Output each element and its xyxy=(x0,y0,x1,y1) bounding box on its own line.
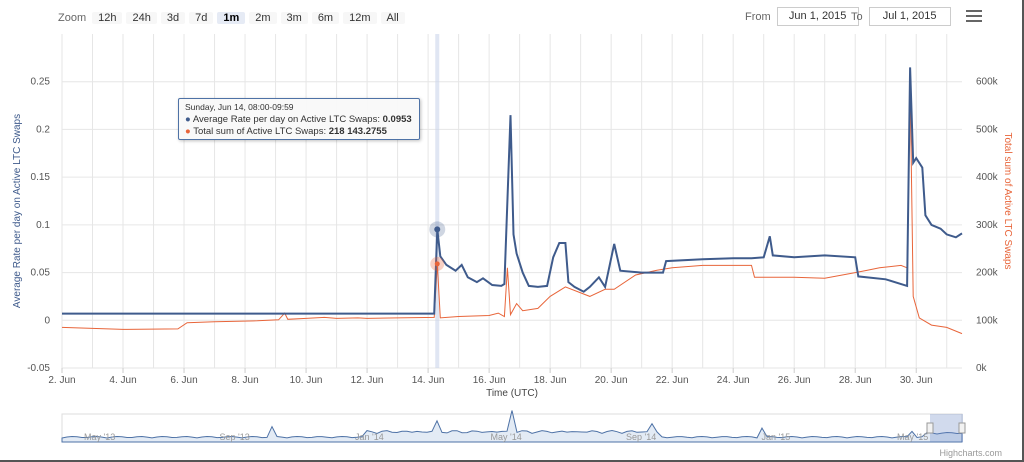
navigator-tick-label: Sep '14 xyxy=(626,432,656,442)
y-left-tick-label: 0.1 xyxy=(36,220,50,231)
tooltip-sum-label: Total sum of Active LTC Swaps: xyxy=(193,126,329,137)
x-tick-label: 18. Jun xyxy=(534,375,567,386)
y-right-axis-title: Total sum of Active LTC Swaps xyxy=(1002,132,1013,269)
y-left-tick-label: 0.15 xyxy=(31,172,51,183)
navigator-tick-label: Sep '13 xyxy=(220,432,250,442)
x-axis-title: Time (UTC) xyxy=(486,388,538,399)
tooltip-sum-value: 218 143.2755 xyxy=(328,126,387,137)
y-right-tick-label: 200k xyxy=(976,268,999,279)
navigator-tick-label: Jan '14 xyxy=(355,432,384,442)
y-left-tick-label: 0.25 xyxy=(31,77,51,88)
navigator-tick-label: May '15 xyxy=(897,432,928,442)
x-tick-label: 30. Jun xyxy=(900,375,933,386)
y-left-axis-title: Average Rate per day on Active LTC Swaps xyxy=(12,114,23,308)
chart-tooltip: Sunday, Jun 14, 08:00-09:59 ● Average Ra… xyxy=(178,98,420,140)
navigator-handle-right[interactable] xyxy=(958,422,966,434)
x-tick-label: 20. Jun xyxy=(595,375,628,386)
credit-link[interactable]: Highcharts.com xyxy=(939,448,1002,458)
tooltip-rate-label: Average Rate per day on Active LTC Swaps… xyxy=(192,114,383,125)
x-tick-label: 10. Jun xyxy=(290,375,323,386)
x-tick-label: 2. Jun xyxy=(48,375,75,386)
y-left-tick-label: 0.05 xyxy=(31,268,51,279)
x-tick-label: 22. Jun xyxy=(656,375,689,386)
y-right-tick-label: 300k xyxy=(976,220,999,231)
x-tick-label: 16. Jun xyxy=(473,375,506,386)
y-right-tick-label: 100k xyxy=(976,315,999,326)
navigator-tick-label: May '14 xyxy=(491,432,522,442)
x-tick-label: 4. Jun xyxy=(109,375,136,386)
tooltip-row-sum: ● Total sum of Active LTC Swaps: 218 143… xyxy=(185,126,387,137)
navigator-tick-label: Jan '15 xyxy=(762,432,791,442)
x-tick-label: 6. Jun xyxy=(170,375,197,386)
x-tick-label: 12. Jun xyxy=(351,375,384,386)
x-tick-label: 14. Jun xyxy=(412,375,445,386)
y-left-tick-label: 0 xyxy=(44,315,50,326)
y-right-tick-label: 600k xyxy=(976,77,999,88)
y-right-tick-label: 500k xyxy=(976,124,999,135)
y-left-tick-label: -0.05 xyxy=(27,363,50,374)
hover-point-rate xyxy=(434,226,441,233)
x-tick-label: 26. Jun xyxy=(778,375,811,386)
y-right-tick-label: 0k xyxy=(976,363,988,374)
tooltip-rate-value: 0.0953 xyxy=(382,114,412,125)
y-right-tick-label: 400k xyxy=(976,172,999,183)
tooltip-header: Sunday, Jun 14, 08:00-09:59 xyxy=(185,102,294,112)
y-left-tick-label: 0.2 xyxy=(36,124,50,135)
x-tick-label: 8. Jun xyxy=(231,375,258,386)
crosshair-band xyxy=(435,34,440,368)
navigator-tick-label: May '13 xyxy=(84,432,115,442)
tooltip-row-rate: ● Average Rate per day on Active LTC Swa… xyxy=(185,114,412,125)
hover-point-sum xyxy=(434,261,440,267)
navigator-mask xyxy=(930,414,963,442)
x-tick-label: 28. Jun xyxy=(839,375,872,386)
navigator-handle-left[interactable] xyxy=(926,422,934,434)
line-chart: -0.05 0 0.05 0.1 0.15 0.2 0.25 0k 100k 200k 300k 40… xyxy=(12,34,1013,443)
x-tick-label: 24. Jun xyxy=(717,375,750,386)
